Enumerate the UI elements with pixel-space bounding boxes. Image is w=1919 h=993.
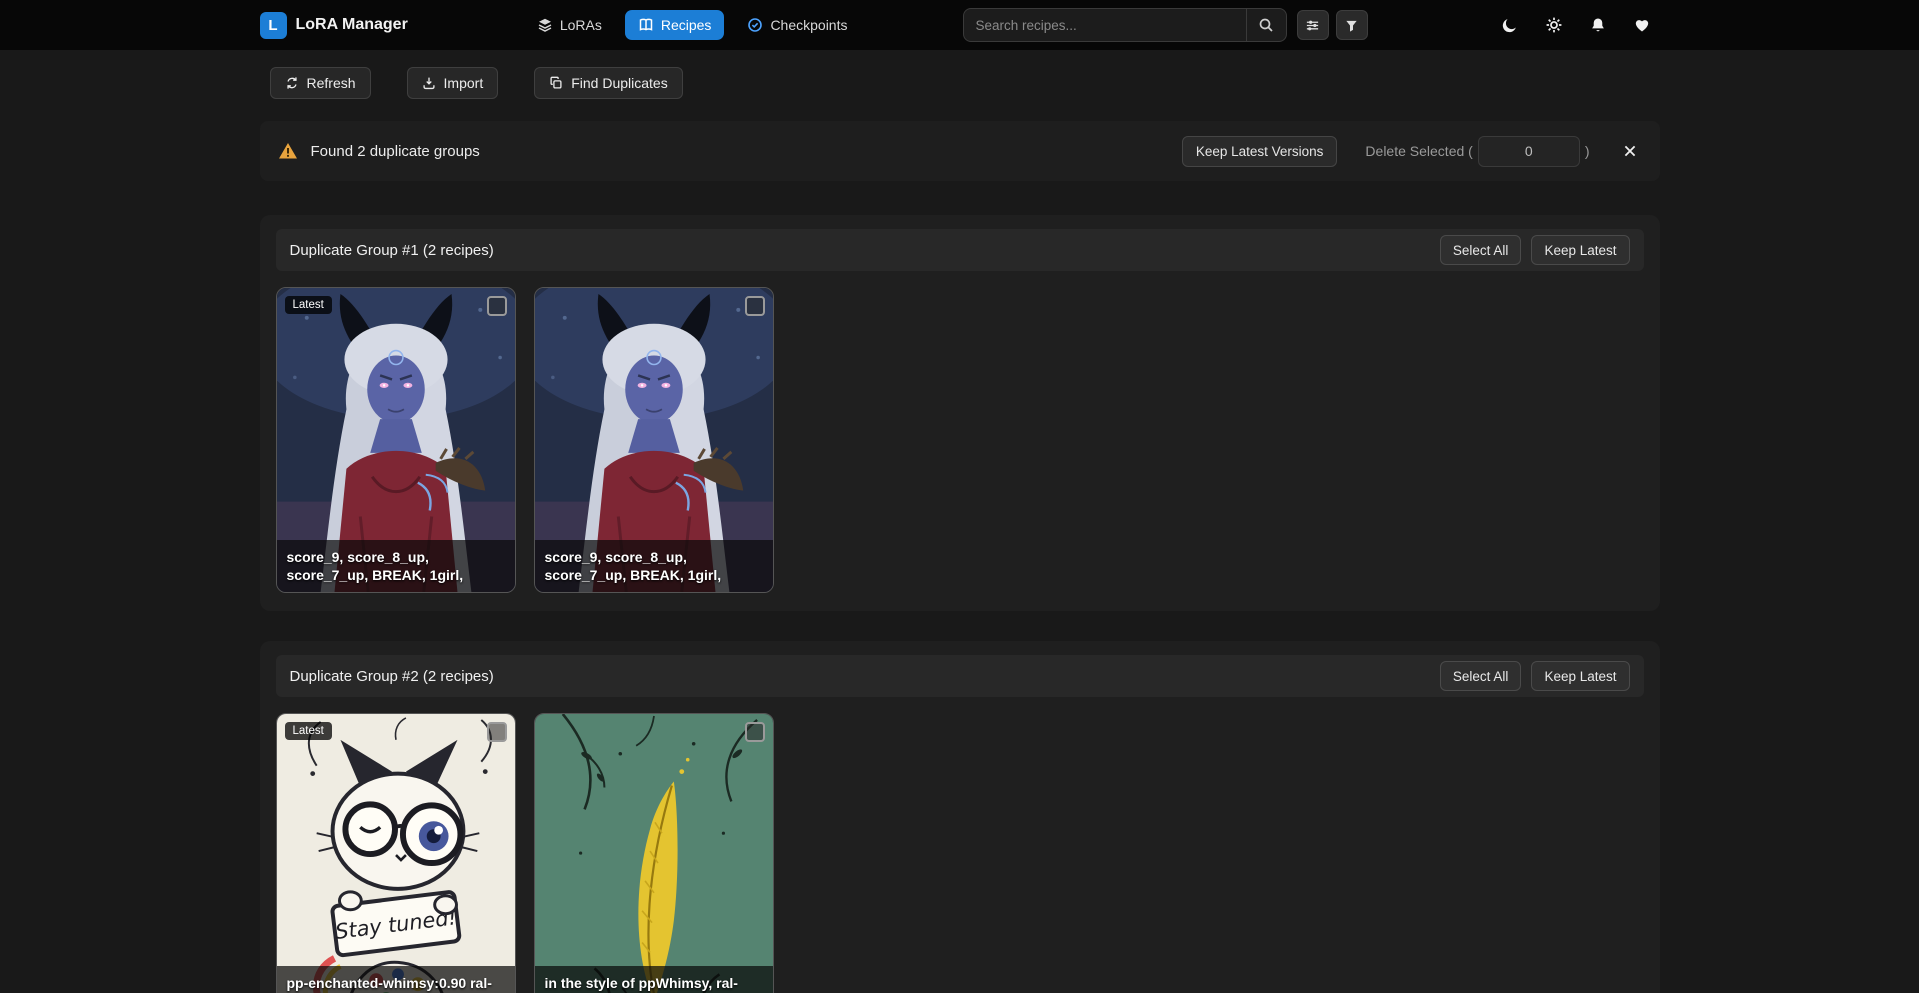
layers-icon — [537, 17, 553, 33]
moon-icon — [1501, 16, 1519, 34]
import-label: Import — [444, 75, 484, 91]
refresh-icon — [285, 76, 299, 90]
delete-selected-control: Delete Selected ( ) — [1365, 136, 1589, 167]
group-2-cards: Stay tuned! Latest pp-enchanted-whimsy:0… — [276, 713, 1644, 993]
find-duplicates-button[interactable]: Find Duplicates — [534, 67, 683, 99]
settings-button[interactable] — [1536, 7, 1572, 43]
filter-controls — [1297, 10, 1368, 40]
recipe-card[interactable]: in the style of ppWhimsy, ral-frctlgmtry… — [534, 713, 774, 993]
recipe-preview-image: Stay tuned! — [277, 714, 515, 993]
funnel-icon — [1344, 18, 1359, 33]
warning-icon — [278, 141, 298, 161]
group-1-cards: Latest score_9, score_8_up, score_7_up, … — [276, 287, 1644, 593]
tab-loras-label: LoRAs — [560, 17, 602, 33]
close-icon — [1622, 143, 1638, 159]
gear-icon — [1545, 16, 1563, 34]
recipe-card[interactable]: Stay tuned! Latest pp-enchanted-whimsy:0… — [276, 713, 516, 993]
delete-selected-prefix: Delete Selected ( — [1365, 143, 1472, 159]
tab-checkpoints-label: Checkpoints — [770, 17, 847, 33]
group-2-header: Duplicate Group #2 (2 recipes) Select Al… — [276, 655, 1644, 697]
selected-count-input[interactable] — [1478, 136, 1580, 167]
recipe-caption: score_9, score_8_up, score_7_up, BREAK, … — [277, 540, 515, 592]
app-logo-icon: L — [260, 12, 287, 39]
recipe-preview-image — [535, 714, 773, 993]
navbar-actions — [1492, 7, 1660, 43]
tab-loras[interactable]: LoRAs — [524, 10, 615, 40]
group-1-keep-latest-button[interactable]: Keep Latest — [1531, 235, 1629, 265]
group-1-actions: Select All Keep Latest — [1440, 235, 1630, 265]
main-content: Refresh Import Find Duplicates Found 2 d… — [260, 67, 1660, 993]
search-icon — [1258, 17, 1274, 33]
notifications-button[interactable] — [1580, 7, 1616, 43]
recipe-caption: score_9, score_8_up, score_7_up, BREAK, … — [535, 540, 773, 592]
refresh-button[interactable]: Refresh — [270, 67, 371, 99]
tab-recipes-label: Recipes — [661, 17, 712, 33]
search-input[interactable] — [964, 9, 1246, 41]
group-1-header: Duplicate Group #1 (2 recipes) Select Al… — [276, 229, 1644, 271]
tab-checkpoints[interactable]: Checkpoints — [734, 10, 860, 40]
close-banner-button[interactable] — [1618, 139, 1642, 163]
group-1-select-all-button[interactable]: Select All — [1440, 235, 1522, 265]
book-icon — [638, 17, 654, 33]
search-button[interactable] — [1246, 9, 1286, 41]
latest-badge: Latest — [285, 722, 332, 740]
copy-icon — [549, 76, 563, 90]
recipe-card[interactable]: score_9, score_8_up, score_7_up, BREAK, … — [534, 287, 774, 593]
check-circle-icon — [747, 17, 763, 33]
main-nav: LoRAs Recipes Checkpoints — [524, 10, 861, 40]
duplicate-group-2: Duplicate Group #2 (2 recipes) Select Al… — [260, 641, 1660, 993]
find-duplicates-label: Find Duplicates — [571, 75, 668, 91]
recipe-checkbox[interactable] — [745, 722, 765, 742]
bell-icon — [1589, 16, 1607, 34]
theme-toggle-button[interactable] — [1492, 7, 1528, 43]
app-brand[interactable]: L LoRA Manager — [260, 12, 408, 39]
favorites-button[interactable] — [1624, 7, 1660, 43]
latest-badge: Latest — [285, 296, 332, 314]
recipe-card[interactable]: Latest score_9, score_8_up, score_7_up, … — [276, 287, 516, 593]
recipe-checkbox[interactable] — [745, 296, 765, 316]
duplicate-group-1: Duplicate Group #1 (2 recipes) Select Al… — [260, 215, 1660, 611]
navbar-inner: L LoRA Manager LoRAs Recipes — [260, 7, 1660, 43]
duplicates-banner: Found 2 duplicate groups Keep Latest Ver… — [260, 121, 1660, 181]
banner-message: Found 2 duplicate groups — [311, 143, 480, 160]
group-1-title: Duplicate Group #1 (2 recipes) — [290, 242, 494, 259]
app-title: LoRA Manager — [296, 16, 408, 34]
group-2-title: Duplicate Group #2 (2 recipes) — [290, 668, 494, 685]
banner-actions: Keep Latest Versions Delete Selected ( ) — [1182, 136, 1642, 167]
sort-options-button[interactable] — [1297, 10, 1329, 40]
group-2-keep-latest-button[interactable]: Keep Latest — [1531, 661, 1629, 691]
navbar: L LoRA Manager LoRAs Recipes — [0, 0, 1919, 50]
import-button[interactable]: Import — [407, 67, 499, 99]
group-2-actions: Select All Keep Latest — [1440, 661, 1630, 691]
keep-latest-versions-button[interactable]: Keep Latest Versions — [1182, 136, 1338, 167]
refresh-label: Refresh — [307, 75, 356, 91]
logo-letter: L — [268, 17, 277, 34]
toolbar: Refresh Import Find Duplicates — [260, 67, 1660, 99]
search-box — [963, 8, 1287, 42]
group-2-select-all-button[interactable]: Select All — [1440, 661, 1522, 691]
import-icon — [422, 76, 436, 90]
sliders-icon — [1305, 18, 1320, 33]
tab-recipes[interactable]: Recipes — [625, 10, 725, 40]
recipe-checkbox[interactable] — [487, 296, 507, 316]
recipe-caption: pp-enchanted-whimsy:0.90 ral-frctlgmtry_… — [277, 966, 515, 993]
recipe-caption: in the style of ppWhimsy, ral-frctlgmtry… — [535, 966, 773, 993]
recipe-checkbox[interactable] — [487, 722, 507, 742]
delete-selected-suffix: ) — [1585, 143, 1590, 159]
filter-button[interactable] — [1336, 10, 1368, 40]
heart-icon — [1633, 16, 1651, 34]
